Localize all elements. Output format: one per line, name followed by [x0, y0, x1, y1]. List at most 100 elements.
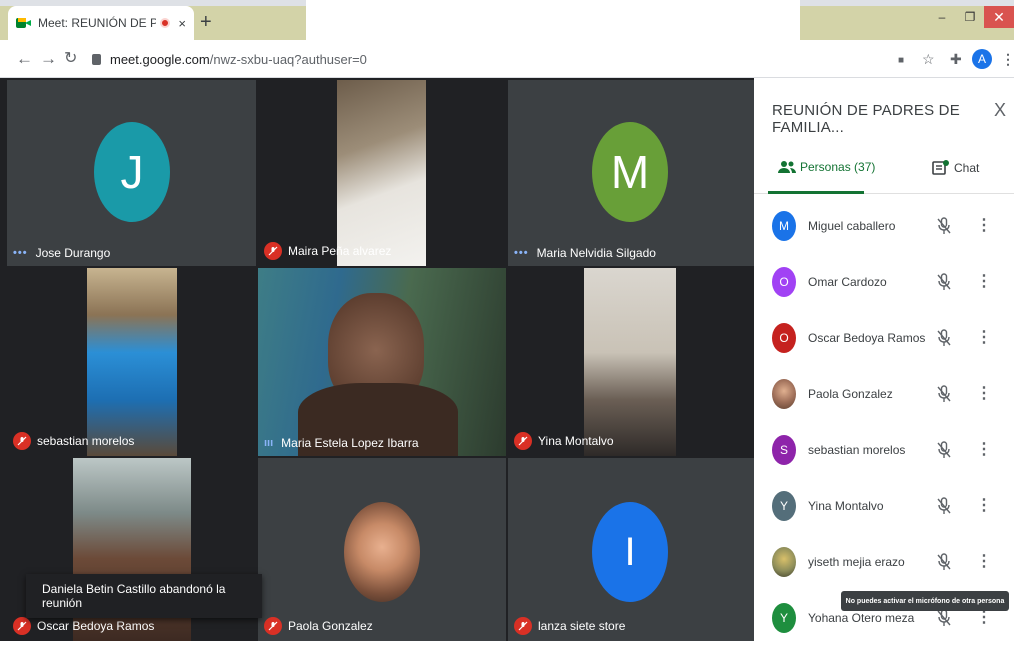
participant-nametag: ııı Maria Estela Lopez Ibarra — [264, 436, 419, 450]
participant-list-name: Omar Cardozo — [808, 275, 887, 289]
panel-tabs: Personas (37) Chat — [754, 142, 1014, 194]
participant-list-avatar: Y — [772, 603, 796, 633]
mic-off-icon — [264, 617, 282, 635]
more-options-icon[interactable]: ⋮ — [976, 386, 992, 402]
mic-off-icon — [264, 242, 282, 260]
back-arrow-icon[interactable]: ← — [16, 49, 33, 69]
participant-nametag: ••• Jose Durango — [13, 246, 110, 260]
tab-people-label: Personas (37) — [800, 160, 876, 174]
participant-tile[interactable]: sebastian morelos — [7, 268, 256, 456]
recording-indicator-icon — [160, 18, 171, 28]
url-field[interactable]: meet.google.com/nwz-sxbu-uaq?authuser=0 — [92, 48, 367, 70]
list-item[interactable]: M Miguel caballero ⋮ — [754, 198, 1014, 254]
participant-video — [87, 268, 177, 456]
participant-tile[interactable]: I lanza siete store — [508, 458, 754, 641]
participant-name: Paola Gonzalez — [288, 619, 373, 633]
mic-off-icon — [514, 432, 532, 450]
camera-indicator-icon[interactable]: ■ — [898, 52, 904, 70]
video-grid: J ••• Jose Durango Maira Peña alvarez M … — [0, 78, 754, 641]
participant-name: lanza siete store — [538, 619, 626, 633]
audio-level-icon: ııı — [264, 437, 274, 449]
participant-list-name: sebastian morelos — [808, 443, 906, 457]
mic-muted-icon[interactable] — [936, 329, 952, 347]
mic-tooltip: No puedes activar el micrófono de otra p… — [841, 591, 1009, 611]
mic-muted-icon[interactable] — [936, 217, 952, 235]
list-item[interactable]: S sebastian morelos ⋮ — [754, 422, 1014, 478]
list-item[interactable]: yiseth mejia erazo ⋮ — [754, 534, 1014, 590]
list-item[interactable]: Y Yina Montalvo ⋮ — [754, 478, 1014, 534]
participant-name: Maria Nelvidia Silgado — [536, 246, 656, 260]
address-bar-row: ← → ↻ meet.google.com/nwz-sxbu-uaq?authu… — [0, 40, 1014, 78]
participant-tile[interactable]: Maira Peña alvarez — [258, 80, 506, 266]
mic-muted-icon[interactable] — [936, 497, 952, 515]
participant-list-avatar: S — [772, 435, 796, 465]
more-options-icon[interactable]: ⋮ — [976, 554, 992, 570]
list-item[interactable]: O Oscar Bedoya Ramos ⋮ — [754, 310, 1014, 366]
participant-tile[interactable]: Paola Gonzalez — [258, 458, 506, 641]
participant-video — [584, 268, 676, 456]
active-tab-indicator — [768, 191, 864, 194]
tab-chat[interactable]: Chat — [932, 160, 979, 176]
url-host: meet.google.com — [110, 51, 210, 67]
restore-button[interactable]: ❐ — [956, 6, 984, 28]
participant-tile[interactable]: J ••• Jose Durango — [7, 80, 256, 266]
google-meet-icon — [16, 17, 32, 29]
bookmark-star-icon[interactable]: ☆ — [922, 50, 935, 68]
people-icon — [778, 161, 796, 173]
participant-tile-active[interactable]: ııı Maria Estela Lopez Ibarra — [258, 268, 506, 456]
tabbar-blank-region — [306, 0, 800, 40]
panel-title: REUNIÓN DE PADRES DE FAMILIA... — [772, 102, 960, 136]
participant-nametag: Oscar Bedoya Ramos — [13, 617, 154, 635]
more-options-icon[interactable]: ⋮ — [976, 442, 992, 458]
extensions-puzzle-icon[interactable]: ✚ — [950, 50, 962, 68]
participant-list-name: Miguel caballero — [808, 219, 896, 233]
url-path: /nwz-sxbu-uaq?authuser=0 — [209, 51, 367, 67]
mic-off-icon — [514, 617, 532, 635]
participant-name: Maira Peña alvarez — [288, 244, 392, 258]
window-controls: – ❐ ✕ — [928, 6, 1014, 30]
window-close-button[interactable]: ✕ — [984, 6, 1014, 28]
participant-nametag: Yina Montalvo — [514, 432, 614, 450]
participant-avatar: J — [94, 122, 170, 222]
participant-tile[interactable]: M ••• Maria Nelvidia Silgado — [508, 80, 754, 266]
mic-muted-icon[interactable] — [936, 609, 952, 627]
participant-avatar: I — [592, 502, 668, 602]
more-options-icon[interactable]: ⋮ — [976, 330, 992, 346]
participant-list-avatar-photo — [772, 379, 796, 409]
tab-close-icon[interactable]: × — [178, 16, 186, 31]
speaking-dots-icon: ••• — [13, 247, 28, 259]
participant-tile[interactable]: Yina Montalvo — [508, 268, 754, 456]
chat-icon — [932, 160, 949, 175]
participant-name: Maria Estela Lopez Ibarra — [281, 436, 419, 450]
more-options-icon[interactable]: ⋮ — [976, 498, 992, 514]
new-tab-button[interactable]: + — [200, 12, 212, 32]
tab-people[interactable]: Personas (37) — [778, 160, 875, 174]
forward-arrow-icon[interactable]: → — [40, 49, 57, 69]
participant-name: Oscar Bedoya Ramos — [37, 619, 155, 633]
browser-tab-meet[interactable]: Meet: REUNIÓN DE PADRES × — [8, 6, 194, 40]
profile-avatar[interactable]: A — [972, 49, 992, 69]
mic-muted-icon[interactable] — [936, 441, 952, 459]
more-options-icon[interactable]: ⋮ — [976, 610, 992, 626]
participant-list-avatar: O — [772, 267, 796, 297]
participant-list-avatar: Y — [772, 491, 796, 521]
participant-list-avatar-photo — [772, 547, 796, 577]
minimize-button[interactable]: – — [928, 6, 956, 28]
reload-icon[interactable]: ↻ — [64, 49, 77, 69]
more-options-icon[interactable]: ⋮ — [976, 274, 992, 290]
participant-list-avatar: M — [772, 211, 796, 241]
panel-close-button[interactable]: X — [994, 100, 1006, 121]
mic-muted-icon[interactable] — [936, 273, 952, 291]
tab-title: Meet: REUNIÓN DE PADRES — [38, 16, 157, 30]
participant-nametag: lanza siete store — [514, 617, 625, 635]
list-item[interactable]: O Omar Cardozo ⋮ — [754, 254, 1014, 310]
list-item[interactable]: Paola Gonzalez ⋮ — [754, 366, 1014, 422]
participant-nametag: Maira Peña alvarez — [264, 242, 391, 260]
participant-name: Yina Montalvo — [538, 434, 614, 448]
participant-list-name: yiseth mejia erazo — [808, 555, 905, 569]
mic-muted-icon[interactable] — [936, 385, 952, 403]
mic-muted-icon[interactable] — [936, 553, 952, 571]
browser-menu-icon[interactable]: ⋮ — [1001, 50, 1014, 68]
more-options-icon[interactable]: ⋮ — [976, 218, 992, 234]
participant-video — [337, 80, 426, 266]
